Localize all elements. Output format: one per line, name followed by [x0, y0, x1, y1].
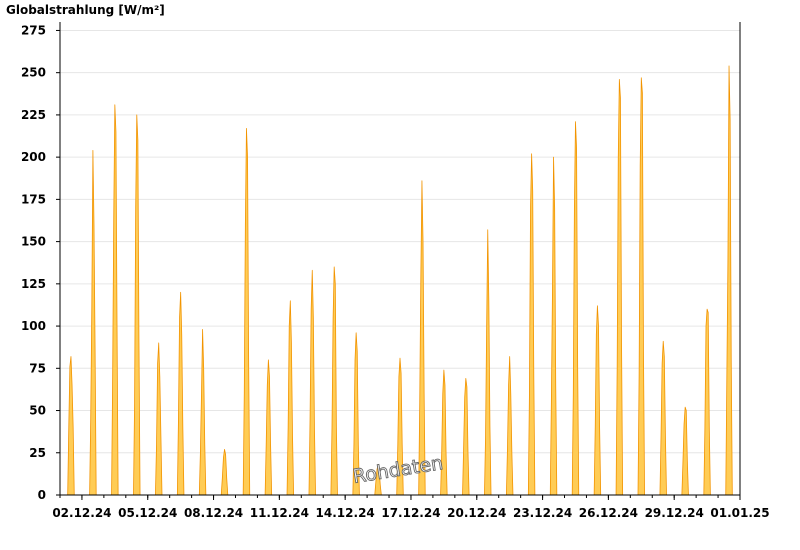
x-tick-label: 29.12.24 — [645, 506, 704, 520]
y-tick-label: 200 — [21, 150, 46, 164]
y-tick-label: 100 — [21, 319, 46, 333]
y-tick-label: 75 — [29, 361, 46, 375]
x-tick-label: 26.12.24 — [579, 506, 638, 520]
x-tick-label: 14.12.24 — [316, 506, 375, 520]
y-tick-label: 125 — [21, 277, 46, 291]
y-tick-label: 225 — [21, 108, 46, 122]
x-tick-label: 23.12.24 — [513, 506, 572, 520]
x-tick-label: 20.12.24 — [447, 506, 506, 520]
x-tick-label: 17.12.24 — [381, 506, 440, 520]
y-tick-label: 275 — [21, 23, 46, 37]
x-tick-label: 08.12.24 — [184, 506, 243, 520]
y-tick-label: 250 — [21, 66, 46, 80]
x-tick-label: 02.12.24 — [52, 506, 111, 520]
y-axis-title: Globalstrahlung [W/m²] — [6, 3, 165, 17]
x-tick-label: 11.12.24 — [250, 506, 309, 520]
solar-radiation-chart: 0 25 50 75 100 125 150 175 200 225 250 275 02.12.24 0… — [0, 0, 800, 550]
y-tick-label: 25 — [29, 446, 46, 460]
x-tick-label: 05.12.24 — [118, 506, 177, 520]
y-tick-label: 150 — [21, 235, 46, 249]
y-tick-label: 50 — [29, 404, 46, 418]
y-tick-label: 175 — [21, 192, 46, 206]
x-tick-label: 01.01.25 — [710, 506, 769, 520]
y-tick-label: 0 — [38, 488, 46, 502]
